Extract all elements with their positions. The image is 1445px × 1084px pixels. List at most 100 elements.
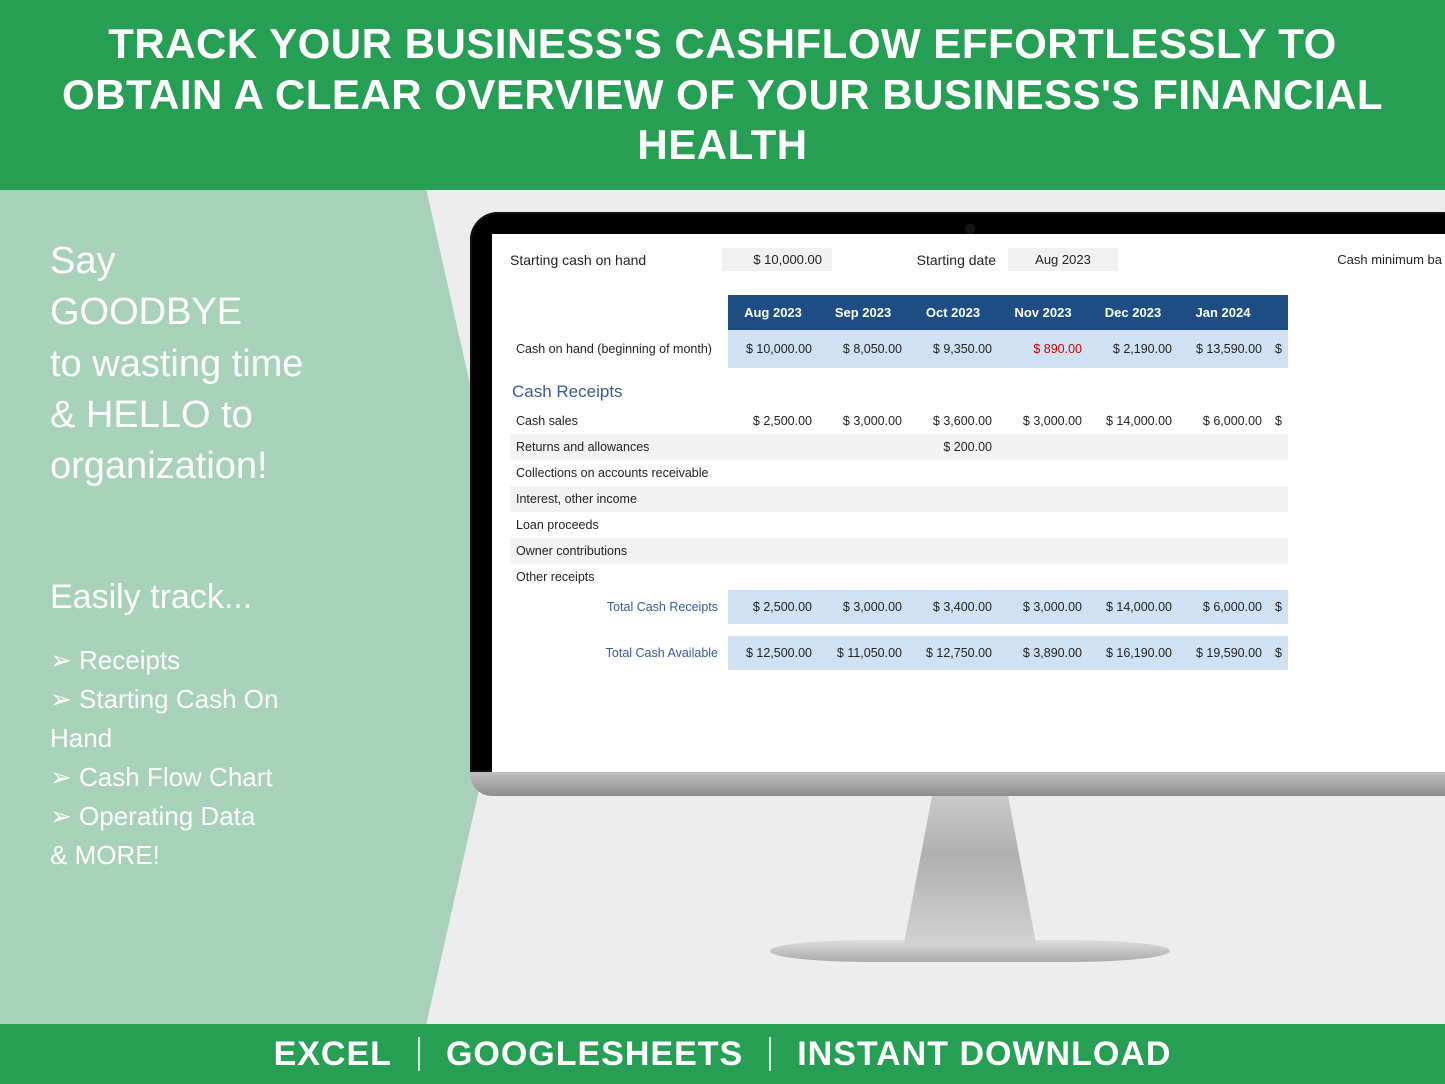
month-header: Jan 2024 [1178, 295, 1268, 330]
cell[interactable] [1178, 538, 1268, 564]
total-label: Total Cash Available [510, 636, 728, 670]
empty-header [510, 295, 728, 330]
row-label: Other receipts [510, 564, 728, 590]
cell[interactable] [998, 512, 1088, 538]
cell[interactable] [728, 434, 818, 460]
cell[interactable] [728, 460, 818, 486]
footer-instant-download: INSTANT DOWNLOAD [797, 1035, 1171, 1074]
sheet-top-row: Starting cash on hand $ 10,000.00 Starti… [510, 248, 1442, 271]
total-cell[interactable]: $ 12,500.00 [728, 636, 818, 670]
total-cell[interactable]: $ 14,000.00 [1088, 590, 1178, 624]
cell[interactable] [818, 564, 908, 590]
goodbye-line5: organization! [50, 445, 268, 487]
coh-cell[interactable]: $ 8,050.00 [818, 330, 908, 368]
cell[interactable] [1178, 512, 1268, 538]
coh-cell[interactable]: $ 890.00 [998, 330, 1088, 368]
cell[interactable] [1088, 512, 1178, 538]
coh-cell[interactable]: $ 2,190.00 [1088, 330, 1178, 368]
starting-date-label: Starting date [896, 252, 996, 268]
cell[interactable] [998, 486, 1088, 512]
left-panel: Say GOODBYE to wasting time & HELLO to o… [0, 190, 520, 1024]
cell[interactable] [728, 512, 818, 538]
goodbye-line3: to wasting time [50, 343, 303, 385]
row-label: Cash sales [510, 408, 728, 434]
list-item: Operating Data [50, 797, 460, 836]
cell[interactable]: $ 3,000.00 [818, 408, 908, 434]
month-header: Nov 2023 [998, 295, 1088, 330]
total-cell-extra[interactable]: $ [1268, 590, 1288, 624]
cell[interactable]: $ 2,500.00 [728, 408, 818, 434]
cell[interactable]: $ 6,000.00 [1178, 408, 1268, 434]
cell[interactable] [908, 460, 998, 486]
cell[interactable] [998, 564, 1088, 590]
cell[interactable] [908, 564, 998, 590]
cell[interactable] [818, 460, 908, 486]
cell[interactable] [908, 512, 998, 538]
cell[interactable] [1178, 434, 1268, 460]
cell-extra[interactable] [1268, 434, 1288, 460]
starting-date-value[interactable]: Aug 2023 [1008, 248, 1118, 271]
cell[interactable]: $ 3,600.00 [908, 408, 998, 434]
total-cell[interactable]: $ 6,000.00 [1178, 590, 1268, 624]
coh-cell[interactable]: $ 13,590.00 [1178, 330, 1268, 368]
middle-section: Say GOODBYE to wasting time & HELLO to o… [0, 190, 1445, 1024]
cell[interactable] [1088, 460, 1178, 486]
cell[interactable] [818, 486, 908, 512]
coh-cell[interactable]: $ 10,000.00 [728, 330, 818, 368]
total-cell-extra[interactable]: $ [1268, 636, 1288, 670]
total-cell[interactable]: $ 11,050.00 [818, 636, 908, 670]
monitor-mockup: Starting cash on hand $ 10,000.00 Starti… [470, 212, 1445, 962]
month-header: Oct 2023 [908, 295, 998, 330]
section-cash-receipts: Cash Receipts [510, 368, 1288, 408]
cell-extra[interactable] [1268, 460, 1288, 486]
cell[interactable] [728, 538, 818, 564]
footer-googlesheets: GOOGLESHEETS [446, 1035, 743, 1074]
goodbye-line2: GOODBYE [50, 291, 242, 333]
cell[interactable] [1088, 564, 1178, 590]
coh-cell[interactable]: $ 9,350.00 [908, 330, 998, 368]
cell[interactable] [728, 486, 818, 512]
total-cell[interactable]: $ 3,000.00 [818, 590, 908, 624]
total-cell[interactable]: $ 2,500.00 [728, 590, 818, 624]
cell[interactable] [1178, 486, 1268, 512]
total-cell[interactable]: $ 3,400.00 [908, 590, 998, 624]
cell[interactable] [998, 434, 1088, 460]
cell[interactable] [998, 538, 1088, 564]
cell[interactable] [998, 460, 1088, 486]
cell[interactable] [908, 486, 998, 512]
starting-cash-value[interactable]: $ 10,000.00 [722, 248, 832, 271]
cell-extra[interactable] [1268, 486, 1288, 512]
coh-cell-extra[interactable]: $ [1268, 330, 1288, 368]
footer-excel: EXCEL [274, 1035, 392, 1074]
cell-extra[interactable] [1268, 512, 1288, 538]
total-cell[interactable]: $ 3,890.00 [998, 636, 1088, 670]
cell-extra[interactable]: $ [1268, 408, 1288, 434]
row-label: Loan proceeds [510, 512, 728, 538]
cell[interactable] [1178, 460, 1268, 486]
row-label: Owner contributions [510, 538, 728, 564]
coh-label: Cash on hand (beginning of month) [510, 330, 728, 368]
total-cell[interactable]: $ 16,190.00 [1088, 636, 1178, 670]
total-cell[interactable]: $ 3,000.00 [998, 590, 1088, 624]
cell[interactable]: $ 3,000.00 [998, 408, 1088, 434]
list-item-more: & MORE! [50, 836, 460, 875]
header-banner: TRACK YOUR BUSINESS'S CASHFLOW EFFORTLES… [0, 0, 1445, 190]
cell[interactable] [908, 538, 998, 564]
cell[interactable] [728, 564, 818, 590]
cell[interactable] [818, 538, 908, 564]
cell[interactable] [1178, 564, 1268, 590]
cell[interactable] [1088, 434, 1178, 460]
cell[interactable]: $ 14,000.00 [1088, 408, 1178, 434]
cell[interactable] [1088, 538, 1178, 564]
cell-extra[interactable] [1268, 538, 1288, 564]
total-cell[interactable]: $ 12,750.00 [908, 636, 998, 670]
total-cell[interactable]: $ 19,590.00 [1178, 636, 1268, 670]
sheet-grid: Aug 2023 Sep 2023 Oct 2023 Nov 2023 Dec … [510, 295, 1442, 408]
cell-extra[interactable] [1268, 564, 1288, 590]
list-item: Starting Cash On [50, 680, 460, 719]
cell[interactable] [818, 434, 908, 460]
cell[interactable] [1088, 486, 1178, 512]
cell[interactable] [818, 512, 908, 538]
list-item: Receipts [50, 641, 460, 680]
cell[interactable]: $ 200.00 [908, 434, 998, 460]
